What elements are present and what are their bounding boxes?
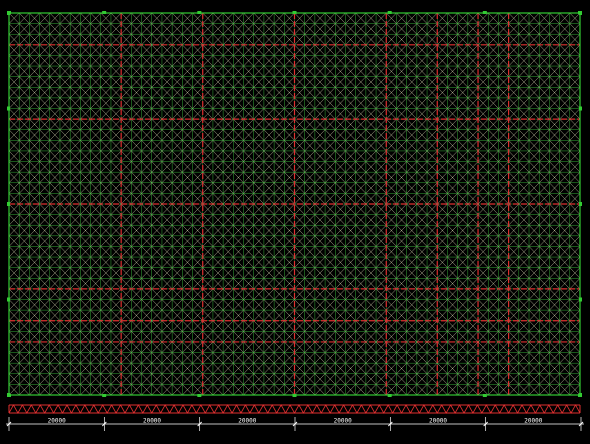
support-marker: [102, 394, 107, 397]
cad-drawing: 20000 20000 20000 20000 20000 20000: [0, 0, 590, 444]
support-marker: [579, 11, 582, 15]
support-marker: [197, 394, 202, 397]
support-marker: [7, 202, 10, 206]
dimension-label: 20000: [238, 418, 256, 425]
support-marker: [387, 394, 392, 397]
support-marker: [7, 297, 10, 302]
support-marker: [579, 202, 582, 206]
support-marker: [197, 11, 202, 14]
support-marker: [7, 11, 10, 15]
support-marker: [102, 11, 107, 14]
support-marker: [579, 297, 582, 302]
dimension-label: 20000: [429, 418, 447, 425]
dimension-label: 20000: [48, 418, 66, 425]
support-marker: [579, 106, 582, 111]
space-frame-plan: [7, 11, 582, 397]
dimension-label: 20000: [524, 418, 542, 425]
support-marker: [7, 106, 10, 111]
support-marker: [579, 393, 582, 397]
support-marker: [482, 394, 487, 397]
dimension-label: 20000: [334, 418, 352, 425]
support-marker: [482, 11, 487, 14]
support-marker: [387, 11, 392, 14]
dimension-label: 20000: [143, 418, 161, 425]
support-marker: [292, 11, 297, 14]
support-marker: [7, 393, 10, 397]
support-marker: [292, 394, 297, 397]
